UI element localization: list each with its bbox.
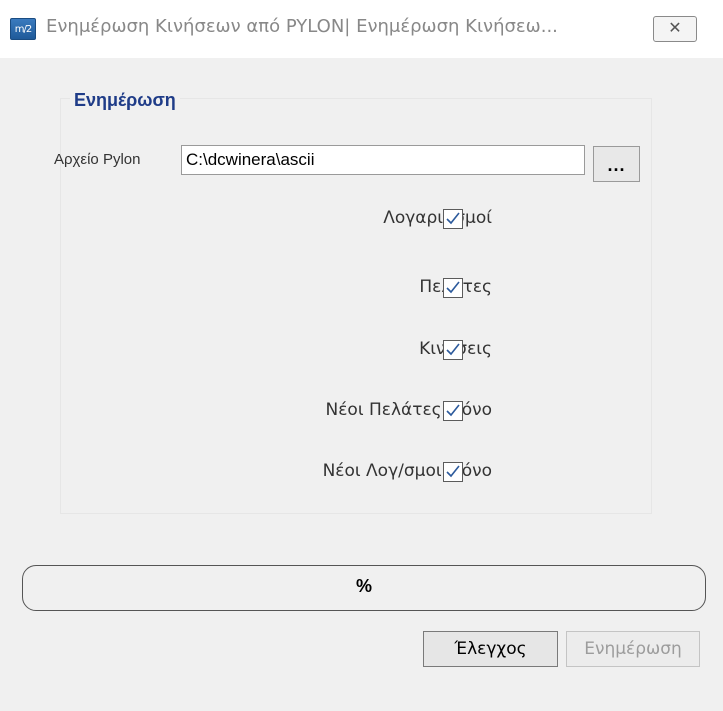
- option-row-customers: Πελάτες: [60, 275, 652, 305]
- accounts-checkbox[interactable]: [443, 209, 463, 229]
- transactions-checkbox[interactable]: [443, 340, 463, 360]
- option-row-new-accounts-only: Νέοι Λογ/σμοι Μόνο: [60, 459, 652, 489]
- option-label: Νέοι Πελάτες Μόνο: [325, 400, 492, 420]
- option-label: Νέοι Λογ/σμοι Μόνο: [322, 461, 492, 481]
- check-icon: [446, 465, 460, 478]
- window-title: Ενημέρωση Κινήσεων από PYLON| Ενημέρωση …: [46, 16, 558, 37]
- update-button[interactable]: Ενημέρωση: [566, 631, 700, 667]
- check-icon: [446, 404, 460, 417]
- group-title: Ενημέρωση: [70, 90, 180, 111]
- pylon-file-label: Αρχείο Pylon: [54, 151, 141, 168]
- close-button[interactable]: ✕: [653, 16, 697, 42]
- pylon-file-input[interactable]: [181, 145, 585, 175]
- option-row-new-customers-only: Νέοι Πελάτες Μόνο: [60, 398, 652, 428]
- check-icon: [446, 343, 460, 356]
- browse-button[interactable]: ...: [593, 146, 640, 182]
- check-button[interactable]: Έλεγχος: [423, 631, 558, 667]
- app-icon: m/2: [10, 18, 36, 40]
- title-bar[interactable]: m/2 Ενημέρωση Κινήσεων από PYLON| Ενημέρ…: [0, 0, 723, 58]
- check-icon: [446, 281, 460, 294]
- option-label: Λογαριασμοί: [383, 208, 492, 228]
- progress-text: %: [355, 576, 372, 596]
- close-icon: ✕: [668, 18, 682, 37]
- new-customers-only-checkbox[interactable]: [443, 401, 463, 421]
- customers-checkbox[interactable]: [443, 278, 463, 298]
- new-accounts-only-checkbox[interactable]: [443, 462, 463, 482]
- check-icon: [446, 212, 460, 225]
- option-row-accounts: Λογαριασμοί: [60, 206, 652, 236]
- dialog-window: m/2 Ενημέρωση Κινήσεων από PYLON| Ενημέρ…: [0, 0, 723, 711]
- progress-bar: %: [22, 565, 706, 611]
- option-row-transactions: Κινήσεις: [60, 337, 652, 367]
